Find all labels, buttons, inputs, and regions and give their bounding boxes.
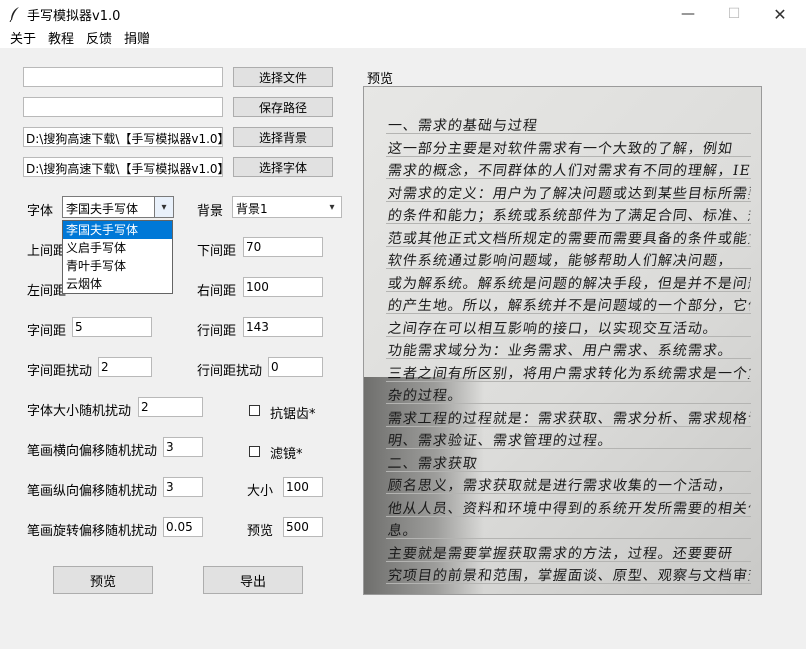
size-input[interactable]: 100 — [283, 477, 323, 497]
stroke-rot-input[interactable]: 0.05 — [163, 517, 203, 537]
menu-tutorial[interactable]: 教程 — [48, 28, 74, 47]
handwritten-line: 他从人员、资料和环境中得到的系统开发所需要的相关信 — [386, 500, 752, 517]
stroke-rot-label: 笔画旋转偏移随机扰动 — [27, 524, 158, 539]
save-path-button[interactable]: 保存路径 — [233, 97, 333, 117]
background-label: 背景 — [197, 204, 224, 219]
font-option[interactable]: 李国夫手写体 — [63, 221, 172, 239]
handwritten-line: 的条件和能力；系统或系统部件为了满足合同、标准、规 — [386, 208, 752, 224]
preview-size-label: 预览 — [247, 524, 274, 539]
handwritten-line: 范或其他正式文档所规定的需要而需要具备的条件或能力。 — [386, 230, 752, 247]
handwritten-line: 这一部分主要是对软件需求有一个大致的了解，例如 — [386, 140, 734, 157]
font-size-random-input[interactable]: 2 — [138, 397, 203, 417]
handwritten-line: 二、需求获取 — [386, 455, 479, 472]
font-path-input[interactable]: D:\搜狗高速下载\【手写模拟器v1.0】 — [23, 157, 223, 177]
char-jitter-input[interactable]: 2 — [98, 357, 152, 377]
top-margin-label: 上间距 — [27, 244, 67, 259]
preview-button[interactable]: 预览 — [53, 566, 153, 594]
right-margin-label: 右间距 — [197, 284, 237, 299]
feather-icon — [9, 7, 19, 22]
save-path-input[interactable] — [23, 97, 223, 117]
font-dropdown-list: 李国夫手写体 义启手写体 青叶手写体 云烟体 — [62, 220, 173, 294]
select-font-button[interactable]: 选择字体 — [233, 157, 333, 177]
handwritten-line: 明、需求验证、需求管理的过程。 — [386, 433, 614, 449]
export-button[interactable]: 导出 — [203, 566, 303, 594]
handwritten-line: 需求的概念，不同群体的人们对需求有不同的理解，IEEE — [386, 163, 752, 179]
bottom-margin-label: 下间距 — [197, 244, 237, 259]
line-jitter-label: 行间距扰动 — [197, 364, 263, 379]
font-label: 字体 — [27, 204, 54, 219]
char-spacing-input[interactable]: 5 — [72, 317, 152, 337]
background-select-value: 背景1 — [236, 202, 268, 216]
close-button[interactable]: ✕ — [757, 0, 803, 28]
font-size-random-label: 字体大小随机扰动 — [27, 404, 132, 419]
line-spacing-input[interactable]: 143 — [243, 317, 323, 337]
font-option[interactable]: 云烟体 — [63, 275, 172, 293]
handwritten-line: 对需求的定义：用户为了解决问题或达到某些目标所需要 — [386, 185, 752, 202]
handwritten-line: 功能需求域分为：业务需求、用户需求、系统需求。 — [386, 343, 734, 359]
handwritten-line: 主要就是需要掌握获取需求的方法，过程。还要要研 — [386, 545, 734, 562]
preview-image: 一、需求的基础与过程这一部分主要是对软件需求有一个大致的了解，例如需求的概念，不… — [363, 86, 762, 595]
preview-size-input[interactable]: 500 — [283, 517, 323, 537]
handwritten-line: 究项目的前景和范围，掌握面谈、原型、观察与文档审查 — [386, 568, 752, 584]
handwritten-line: 杂的过程。 — [386, 388, 464, 404]
size-label: 大小 — [247, 484, 274, 499]
font-option[interactable]: 义启手写体 — [63, 239, 172, 257]
filter-label: 滤镜* — [270, 447, 303, 462]
window-title: 手写模拟器v1.0 — [27, 9, 121, 24]
select-background-button[interactable]: 选择背景 — [233, 127, 333, 147]
close-icon: ✕ — [773, 4, 787, 24]
handwritten-line: 之间存在可以相互影响的接口，以实现交互活动。 — [386, 320, 719, 337]
stroke-v-label: 笔画纵向偏移随机扰动 — [27, 484, 158, 499]
font-option[interactable]: 青叶手写体 — [63, 257, 172, 275]
menu-bar — [0, 28, 806, 48]
font-select-value: 李国夫手写体 — [66, 202, 139, 216]
handwritten-line: 的产生地。所以，解系统并不是问题域的一个部分，它们 — [386, 298, 752, 314]
minimize-icon: — — [681, 6, 695, 22]
menu-donate[interactable]: 捐赠 — [124, 28, 150, 47]
handwritten-line: 一、需求的基础与过程 — [386, 118, 539, 134]
stroke-v-input[interactable]: 3 — [163, 477, 203, 497]
handwritten-line: 需求工程的过程就是：需求获取、需求分析、需求规格说 — [386, 410, 752, 427]
menu-about[interactable]: 关于 — [10, 28, 36, 47]
maximize-button[interactable]: ☐ — [711, 0, 757, 28]
handwritten-line: 或为解系统。解系统是问题的解决手段，但是并不是问题 — [386, 275, 752, 292]
background-path-input[interactable]: D:\搜狗高速下载\【手写模拟器v1.0】 — [23, 127, 223, 147]
stroke-h-label: 笔画横向偏移随机扰动 — [27, 444, 158, 459]
filter-checkbox[interactable] — [249, 446, 260, 457]
background-select[interactable]: 背景1 ▾ — [232, 196, 342, 218]
handwritten-line: 息。 — [386, 523, 419, 539]
handwritten-line: 软件系统通过影响问题域，能够帮助人们解决问题， — [386, 253, 734, 269]
antialias-checkbox[interactable] — [249, 405, 260, 416]
line-spacing-label: 行间距 — [197, 324, 237, 339]
select-file-button[interactable]: 选择文件 — [233, 67, 333, 87]
bottom-margin-input[interactable]: 70 — [243, 237, 323, 257]
chevron-down-icon[interactable]: ▾ — [154, 197, 173, 217]
right-margin-input[interactable]: 100 — [243, 277, 323, 297]
left-margin-label: 左间距 — [27, 284, 67, 299]
menu-feedback[interactable]: 反馈 — [86, 28, 112, 47]
preview-panel-label: 预览 — [367, 72, 394, 87]
stroke-h-input[interactable]: 3 — [163, 437, 203, 457]
line-jitter-input[interactable]: 0 — [268, 357, 323, 377]
handwritten-line: 三者之间有所区别，将用户需求转化为系统需求是一个复 — [386, 365, 752, 382]
maximize-icon: ☐ — [727, 6, 741, 22]
handwritten-line: 顾名思义，需求获取就是进行需求收集的一个活动， — [386, 478, 734, 494]
antialias-label: 抗锯齿* — [270, 407, 316, 422]
minimize-button[interactable]: — — [665, 0, 711, 28]
char-jitter-label: 字间距扰动 — [27, 364, 93, 379]
char-spacing-label: 字间距 — [27, 324, 67, 339]
font-select[interactable]: 李国夫手写体 ▾ — [62, 196, 174, 218]
chevron-down-icon[interactable]: ▾ — [323, 197, 341, 217]
text-file-input[interactable] — [23, 67, 223, 87]
